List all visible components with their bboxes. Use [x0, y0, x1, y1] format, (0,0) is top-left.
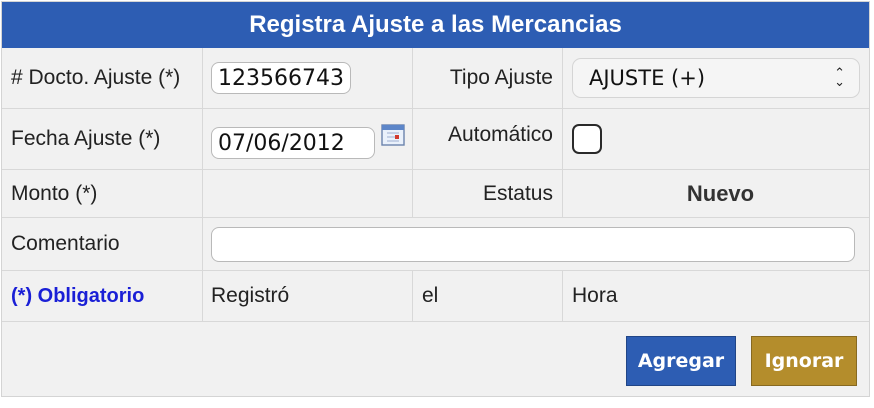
- comentario-cell: [203, 218, 869, 270]
- el-label: el: [413, 271, 563, 321]
- monto-value: [203, 170, 413, 217]
- form-row-fecha: Fecha Ajuste (*) 07/06/2012 Automático: [2, 109, 869, 170]
- required-note-cell: (*) Obligatorio: [2, 271, 203, 321]
- tipo-select[interactable]: AJUSTE (+) ⌃ ⌄: [572, 58, 860, 98]
- comentario-input[interactable]: [211, 226, 855, 262]
- docto-input[interactable]: 123566743: [211, 62, 351, 94]
- automatico-cell: [563, 109, 869, 169]
- automatico-label: Automático: [413, 109, 563, 169]
- adjustment-form: Registra Ajuste a las Mercancias # Docto…: [1, 1, 870, 397]
- automatico-checkbox[interactable]: [572, 124, 602, 154]
- form-row-monto: Monto (*) Estatus Nuevo: [2, 170, 869, 218]
- tipo-label: Tipo Ajuste: [413, 48, 563, 108]
- ignorar-button[interactable]: Ignorar: [751, 336, 857, 386]
- fecha-input[interactable]: 07/06/2012: [211, 127, 375, 159]
- form-row-registro: (*) Obligatorio Registró el Hora: [2, 271, 869, 322]
- tipo-cell: AJUSTE (+) ⌃ ⌄: [563, 48, 869, 108]
- fecha-label: Fecha Ajuste (*): [2, 109, 203, 169]
- comentario-label: Comentario: [2, 218, 203, 270]
- docto-label: # Docto. Ajuste (*): [2, 48, 203, 108]
- hora-label: Hora: [572, 284, 618, 307]
- docto-cell: 123566743: [203, 48, 413, 108]
- estatus-label: Estatus: [413, 170, 563, 217]
- tipo-select-value: AJUSTE (+): [589, 66, 706, 90]
- estatus-value: Nuevo: [686, 180, 755, 206]
- chevron-updown-icon: ⌃ ⌄: [834, 66, 845, 90]
- estatus-cell: Nuevo: [563, 170, 869, 217]
- form-title: Registra Ajuste a las Mercancias: [2, 2, 869, 48]
- monto-label: Monto (*): [2, 170, 203, 217]
- required-note: (*) Obligatorio: [11, 284, 145, 307]
- registro-label: Registró: [203, 271, 413, 321]
- calendar-icon[interactable]: [381, 123, 405, 147]
- form-row-comentario: Comentario: [2, 218, 869, 271]
- agregar-button[interactable]: Agregar: [626, 336, 736, 386]
- form-row-docto: # Docto. Ajuste (*) 123566743 Tipo Ajust…: [2, 48, 869, 109]
- fecha-cell: 07/06/2012: [203, 109, 413, 169]
